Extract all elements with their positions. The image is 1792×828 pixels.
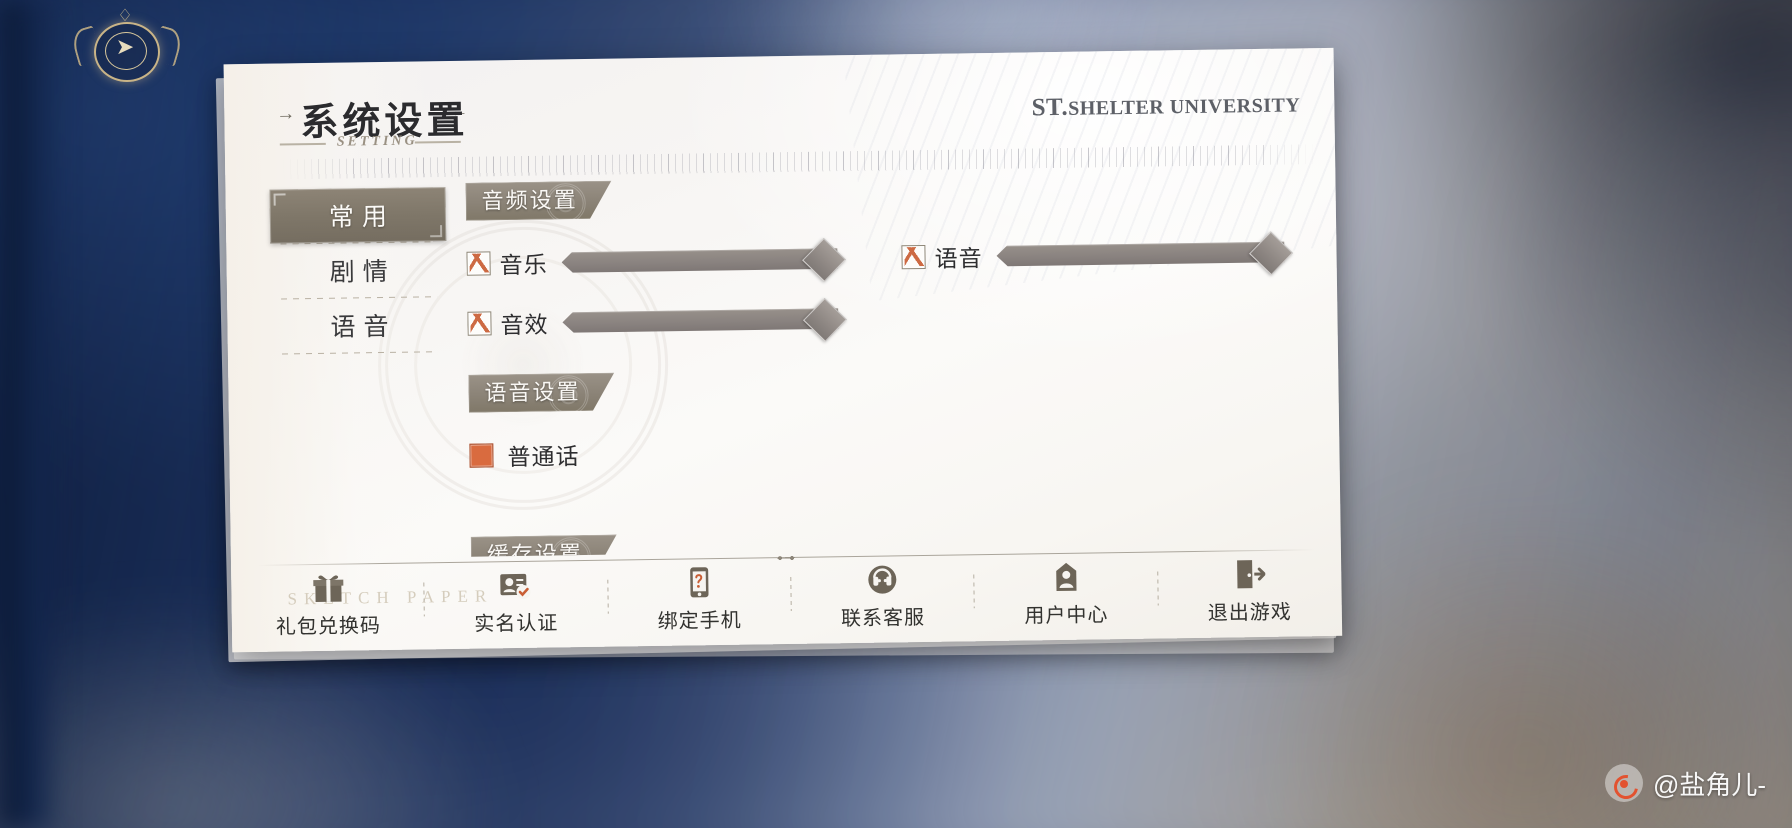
footer-item-label: 用户中心	[1024, 603, 1109, 628]
footer-item-exit-game[interactable]: 退出游戏	[1201, 555, 1298, 625]
user-center-icon	[1051, 558, 1082, 592]
footer-separator	[423, 582, 426, 617]
footer-separator	[606, 579, 609, 614]
section-header-audio: 音频设置	[465, 181, 612, 221]
headset-support-icon	[866, 561, 899, 595]
academy-crest-icon: ♢ ➤	[69, 6, 185, 86]
footer-item-gift-code[interactable]: 礼包兑换码	[275, 569, 381, 640]
footer-item-label: 绑定手机	[657, 609, 742, 633]
sidebar-item-general[interactable]: 常用	[269, 187, 447, 244]
gift-icon	[311, 569, 346, 604]
exit-door-icon	[1233, 555, 1266, 589]
banner-seal-icon	[545, 183, 586, 224]
settings-panel: → ← 系统设置 SETTING ST.SHELTER UNIVERSITY 常…	[223, 47, 1343, 653]
banner-seal-icon	[551, 537, 592, 557]
slider-voice-volume[interactable]	[996, 230, 1293, 275]
audio-row-music-voice: 音乐 语音	[466, 230, 1310, 282]
setting-mandarin[interactable]: 普通话	[469, 437, 580, 473]
sidebar-item-voice[interactable]: 语音	[271, 297, 448, 354]
title-arrow-left-icon: →	[276, 103, 296, 125]
footer-item-real-name-verification[interactable]: 实名认证	[467, 566, 564, 636]
phone-link-icon	[684, 564, 715, 598]
sidebar-item-story[interactable]: 剧情	[270, 242, 447, 299]
footer-item-contact-support[interactable]: 联系客服	[834, 560, 931, 630]
panel-header: → ← 系统设置 SETTING ST.SHELTER UNIVERSITY	[224, 48, 1336, 180]
slider-voice-volume-track	[996, 241, 1284, 266]
brand-prefix: ST.	[1031, 93, 1069, 122]
sidebar-item-label: 剧情	[329, 258, 396, 287]
sidebar-item-label: 语音	[330, 313, 397, 342]
setting-voice-volume[interactable]: 语音	[901, 230, 1293, 275]
crest-top-ornament-icon: ♢	[117, 6, 133, 25]
footer-separator	[790, 576, 792, 611]
slider-music-track	[561, 248, 837, 273]
page-subtitle: SETTING	[336, 133, 418, 150]
slider-sfx[interactable]	[562, 297, 847, 342]
weibo-handle: @盐角儿-	[1652, 769, 1766, 800]
settings-sidebar: 常用 剧情 语音	[269, 187, 447, 355]
weibo-watermark: @盐角儿-	[1604, 764, 1766, 802]
weibo-eye-icon	[1604, 764, 1643, 802]
checkbox-mandarin[interactable]	[469, 443, 494, 468]
banner-seal-icon	[548, 375, 589, 416]
footer-item-bind-phone[interactable]: 绑定手机	[651, 563, 748, 633]
checkbox-music[interactable]	[466, 251, 491, 276]
footer-item-label: 退出游戏	[1207, 601, 1292, 625]
settings-content: 音频设置 音乐 语音 音效 语音设置 普通话 缓存设置	[465, 170, 1314, 556]
slider-sfx-track	[562, 308, 838, 333]
settings-dialog: → ← 系统设置 SETTING ST.SHELTER UNIVERSITY 常…	[215, 47, 1353, 665]
setting-mandarin-label: 普通话	[507, 444, 580, 471]
section-header-voice: 语音设置	[468, 373, 615, 413]
brand-wordmark: ST.SHELTER UNIVERSITY	[1031, 90, 1300, 122]
sidebar-item-label: 常用	[328, 203, 396, 232]
slider-voice-volume-knob[interactable]	[1249, 230, 1293, 275]
footer-item-label: 联系客服	[840, 606, 926, 630]
id-card-check-icon	[498, 566, 533, 601]
setting-sfx-label: 音效	[500, 312, 549, 339]
slider-music-knob[interactable]	[802, 237, 846, 282]
footer-separator	[973, 574, 976, 609]
section-header-cache: 缓存设置	[471, 535, 618, 557]
setting-sfx[interactable]: 音效	[467, 297, 847, 342]
footer-item-label: 礼包兑换码	[275, 614, 382, 639]
background-left-band	[0, 0, 60, 828]
setting-voice-volume-label: 语音	[934, 246, 983, 272]
crest-bird-icon: ➤	[115, 34, 135, 59]
setting-music-label: 音乐	[499, 252, 548, 279]
footer-item-label: 实名认证	[474, 611, 559, 636]
checkbox-sfx[interactable]	[467, 311, 492, 336]
footer-separator	[1156, 571, 1159, 606]
brand-rest: SHELTER UNIVERSITY	[1067, 94, 1301, 120]
checkbox-voice-volume[interactable]	[901, 244, 926, 270]
footer-item-user-center[interactable]: 用户中心	[1018, 558, 1115, 628]
slider-music[interactable]	[561, 237, 846, 282]
setting-music[interactable]: 音乐	[466, 237, 846, 282]
footer-toolbar: 礼包兑换码 实名认证 绑定手机 联系客服 用户中心 退出游戏	[257, 550, 1316, 644]
